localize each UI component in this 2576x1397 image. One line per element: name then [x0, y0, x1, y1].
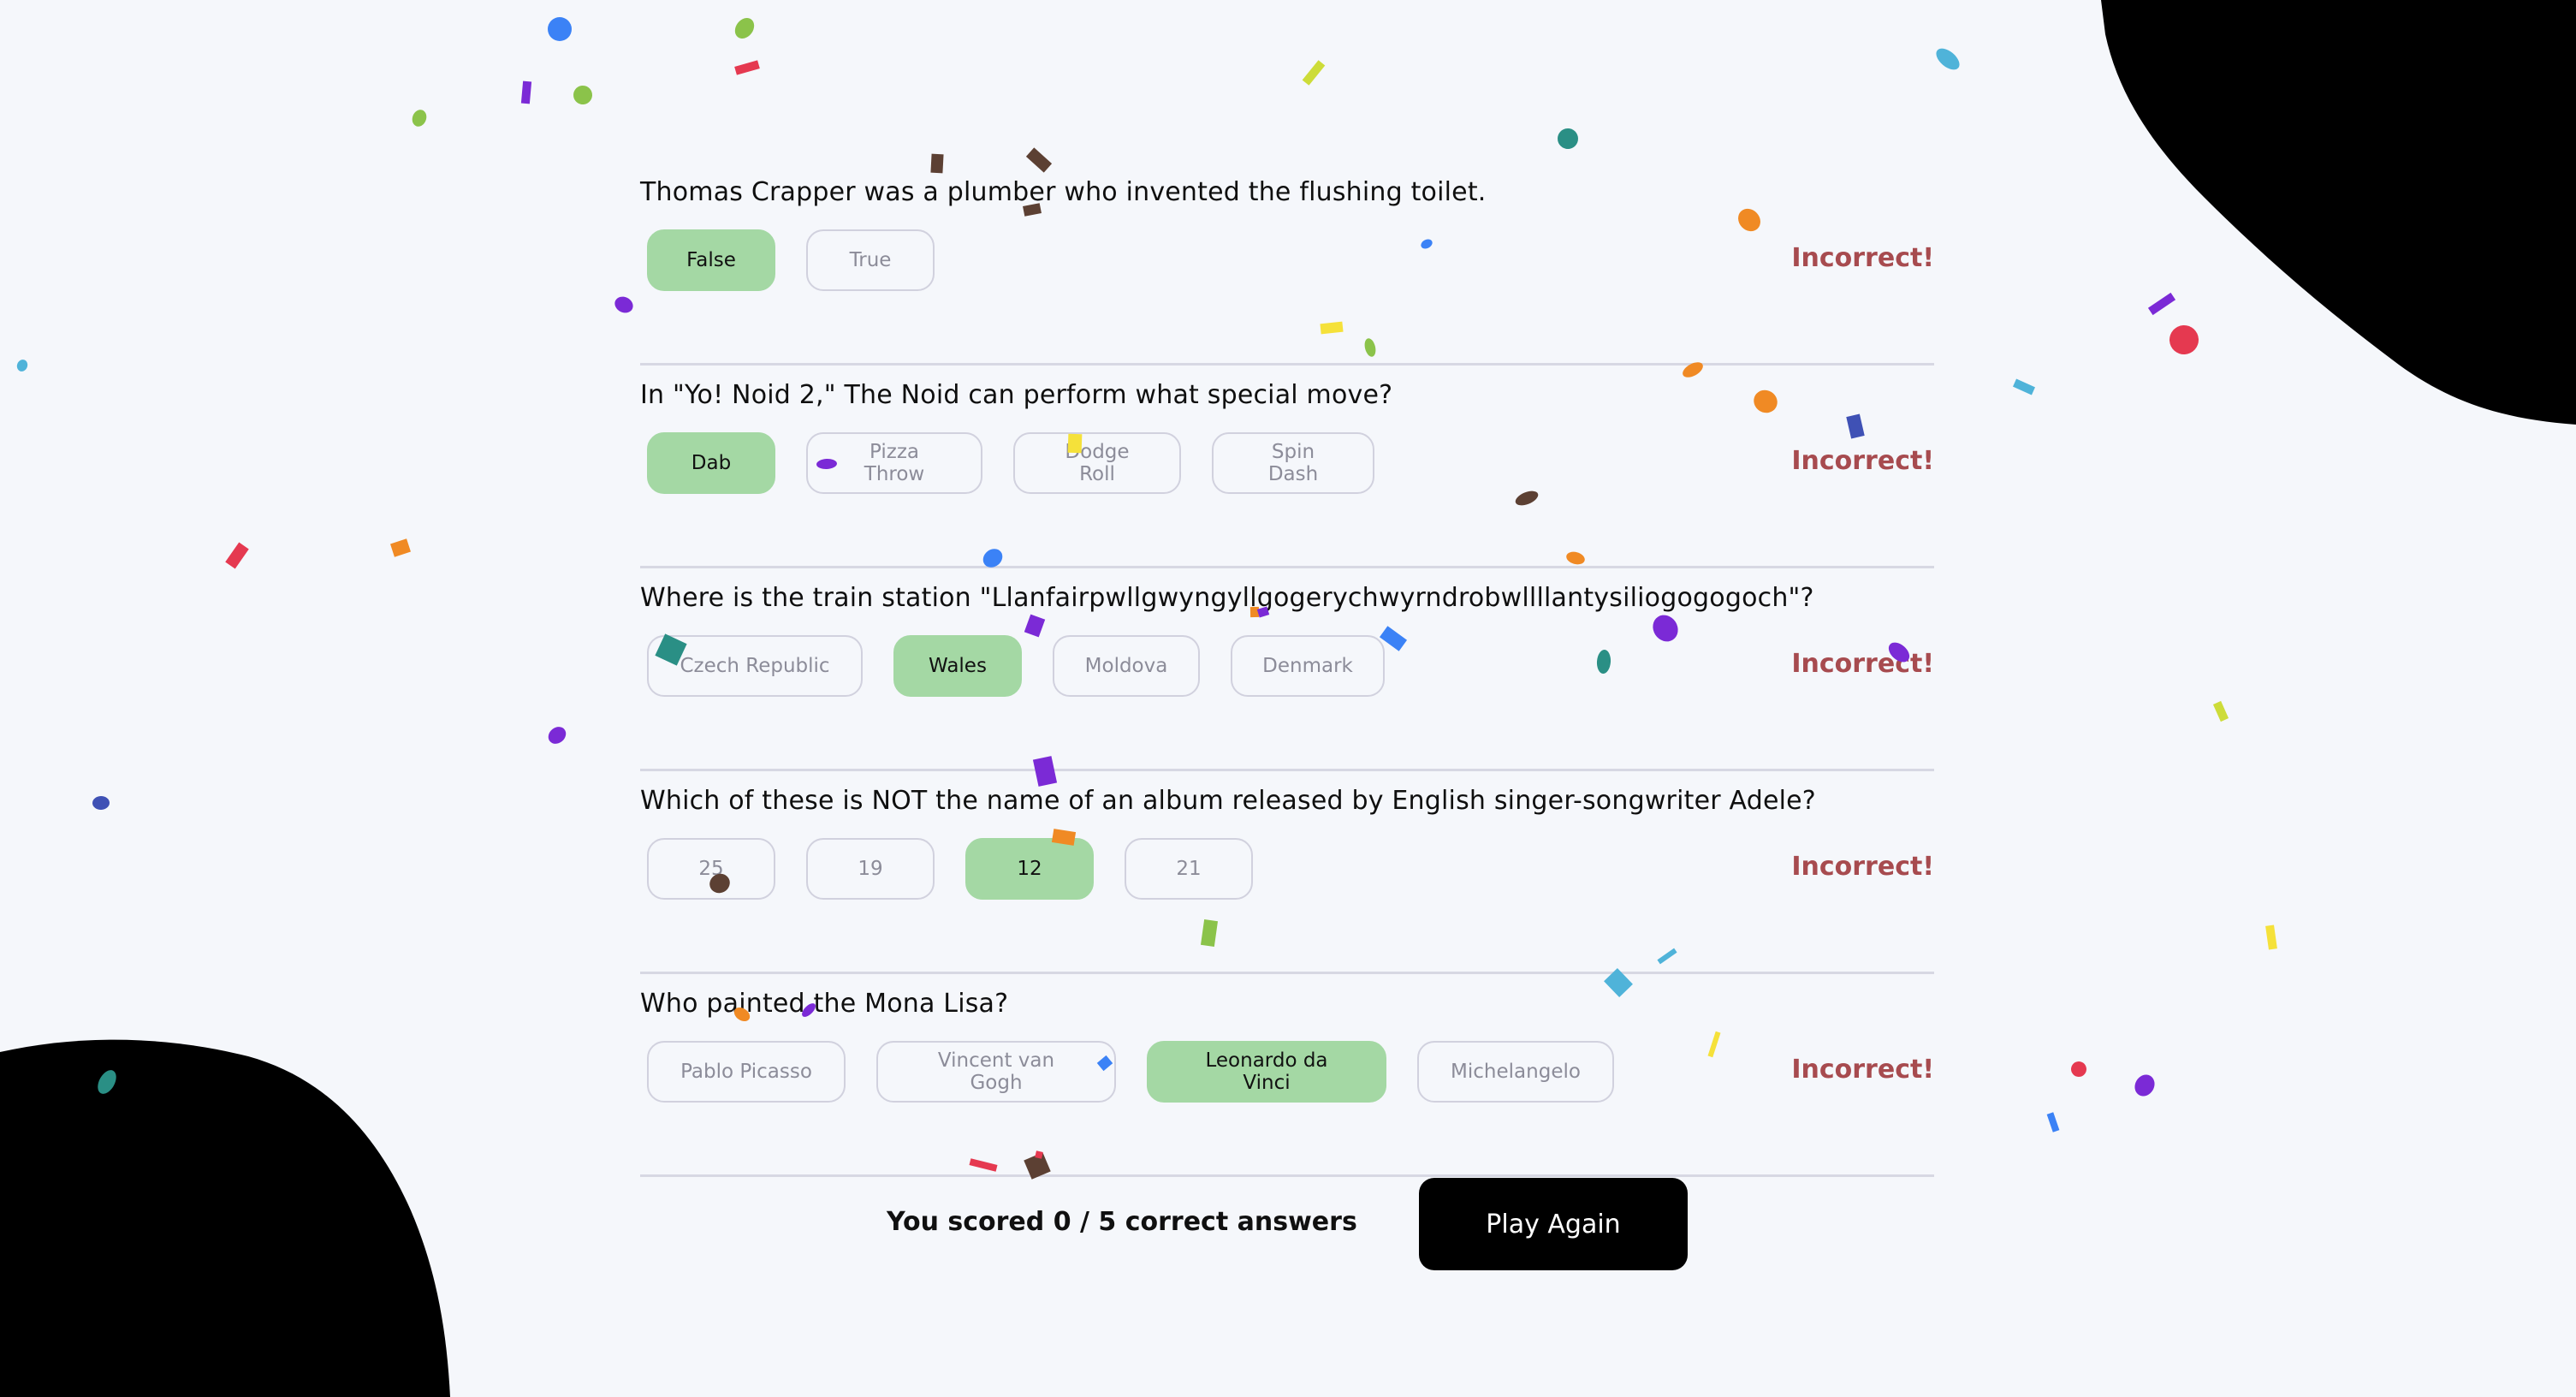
answer-option[interactable]: Czech Republic	[647, 635, 863, 697]
confetti-piece	[2046, 1112, 2060, 1132]
quiz-container: Thomas Crapper was a plumber who invente…	[640, 163, 1934, 1177]
answer-option[interactable]: Vincent van Gogh	[876, 1041, 1116, 1103]
decorative-blob-top-right	[2101, 0, 2576, 425]
answer-options: False True	[647, 229, 935, 291]
answer-option-selected[interactable]: Dab	[647, 432, 775, 494]
confetti-piece	[225, 542, 249, 569]
confetti-piece	[1302, 60, 1326, 86]
confetti-piece	[2130, 1071, 2159, 1100]
answer-option[interactable]: Pizza Throw	[806, 432, 982, 494]
answer-option[interactable]: True	[806, 229, 935, 291]
answer-option[interactable]: 19	[806, 838, 935, 900]
confetti-piece	[520, 80, 532, 104]
question-text: Where is the train station "Llanfairpwll…	[640, 583, 1814, 613]
question-text: Which of these is NOT the name of an alb…	[640, 786, 1816, 816]
confetti-piece	[92, 795, 110, 811]
confetti-piece	[2212, 700, 2229, 722]
answer-option[interactable]: Pablo Picasso	[647, 1041, 846, 1103]
confetti-piece	[1556, 127, 1580, 151]
answer-option[interactable]: Michelangelo	[1417, 1041, 1614, 1103]
answer-option[interactable]: Denmark	[1231, 635, 1385, 697]
answer-options: Pablo Picasso Vincent van Gogh Leonardo …	[647, 1041, 1614, 1103]
score-summary: You scored 0 / 5 correct answers	[887, 1207, 1357, 1237]
question-item: Thomas Crapper was a plumber who invente…	[640, 163, 1934, 366]
confetti-piece	[390, 538, 411, 557]
answer-option-selected[interactable]: Wales	[893, 635, 1022, 697]
question-item: Which of these is NOT the name of an alb…	[640, 771, 1934, 974]
quiz-footer: You scored 0 / 5 correct answers Play Ag…	[887, 1178, 1688, 1270]
confetti-piece	[612, 294, 636, 316]
confetti-piece	[731, 14, 758, 43]
confetti-piece	[548, 17, 572, 41]
confetti-piece	[1932, 44, 1964, 74]
answer-options: Czech Republic Wales Moldova Denmark	[647, 635, 1385, 697]
confetti-piece	[2265, 924, 2277, 950]
answer-option-selected[interactable]: False	[647, 229, 775, 291]
question-item: Who painted the Mona Lisa? Pablo Picasso…	[640, 974, 1934, 1177]
play-again-button[interactable]: Play Again	[1419, 1178, 1688, 1270]
result-label: Incorrect!	[1791, 243, 1934, 273]
confetti-piece	[2069, 1060, 2088, 1079]
result-label: Incorrect!	[1791, 1055, 1934, 1085]
answer-option-selected[interactable]: Leonardo da Vinci	[1147, 1041, 1386, 1103]
answer-options: Dab Pizza Throw Dodge Roll Spin Dash	[647, 432, 1374, 494]
question-item: In "Yo! Noid 2," The Noid can perform wh…	[640, 366, 1934, 568]
result-label: Incorrect!	[1791, 852, 1934, 882]
confetti-piece	[544, 723, 570, 747]
answer-option[interactable]: 21	[1125, 838, 1253, 900]
answer-option[interactable]: Spin Dash	[1212, 432, 1374, 494]
question-item: Where is the train station "Llanfairpwll…	[640, 568, 1934, 771]
confetti-piece	[734, 60, 760, 75]
answer-option[interactable]: 25	[647, 838, 775, 900]
answer-options: 25 19 12 21	[647, 838, 1253, 900]
result-label: Incorrect!	[1791, 649, 1934, 679]
confetti-piece	[15, 358, 30, 373]
confetti-piece	[569, 81, 597, 109]
result-label: Incorrect!	[1791, 446, 1934, 476]
question-divider	[640, 1174, 1934, 1177]
answer-option[interactable]: Dodge Roll	[1013, 432, 1181, 494]
answer-option-selected[interactable]: 12	[965, 838, 1094, 900]
confetti-piece	[2013, 378, 2035, 395]
decorative-blob-bottom-left	[0, 1039, 450, 1397]
confetti-piece	[409, 107, 430, 129]
question-text: Who painted the Mona Lisa?	[640, 989, 1009, 1019]
question-text: In "Yo! Noid 2," The Noid can perform wh…	[640, 380, 1393, 410]
answer-option[interactable]: Moldova	[1053, 635, 1200, 697]
question-text: Thomas Crapper was a plumber who invente…	[640, 177, 1487, 207]
